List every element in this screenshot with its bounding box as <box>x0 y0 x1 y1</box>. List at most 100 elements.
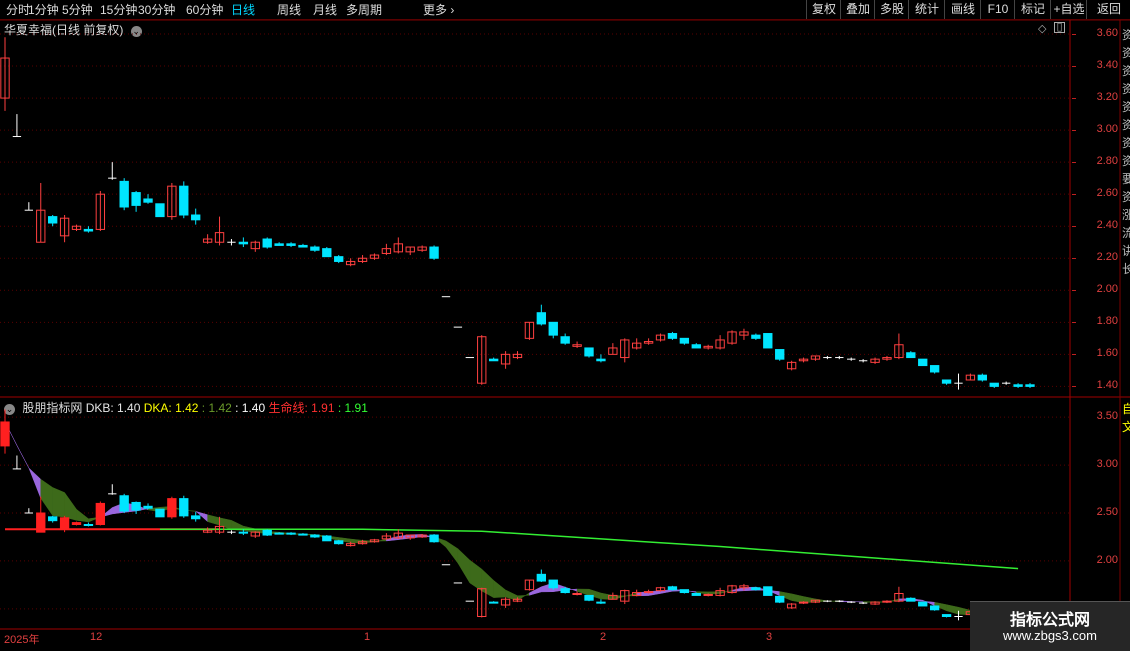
indicator-candle-body <box>250 531 260 537</box>
indicator-band-segment <box>660 589 673 594</box>
toolbar-button-2[interactable]: 多股 <box>874 0 909 19</box>
candle-body <box>59 217 70 237</box>
indicator-candle-body <box>667 586 678 591</box>
indicator-band-segment <box>362 540 375 544</box>
candle-body <box>191 214 201 221</box>
indicator-band-segment <box>290 533 304 535</box>
indicator-candle-body <box>703 593 713 596</box>
toolbar-button-8[interactable]: 返回 <box>1086 0 1130 19</box>
indicator-band-segment <box>541 582 554 593</box>
indicator-candle-body <box>608 594 618 600</box>
period-tab-10[interactable]: 更多 › <box>423 1 454 18</box>
indicator-band-segment <box>493 579 506 598</box>
period-tab-3[interactable]: 15分钟 <box>100 1 137 18</box>
watermark: 指标公式网 www.zbgs3.com <box>970 601 1130 651</box>
indicator-candle-body <box>417 534 427 538</box>
legend-item-3: : 1.40 <box>231 401 266 415</box>
indicator-band-segment <box>374 538 387 543</box>
indicator-band-segment <box>517 592 530 601</box>
period-tab-2[interactable]: 5分钟 <box>62 1 93 18</box>
indicator-band-segment <box>850 601 864 603</box>
candle-body <box>83 228 94 232</box>
indicator-candle-body <box>560 588 570 594</box>
price-tick-mark <box>1072 194 1076 196</box>
indicator-legend: DKB: 1.40 DKA: 1.42 : 1.42 : 1.40 生命线: 1… <box>86 401 368 415</box>
indicator-candle-body <box>477 588 487 617</box>
watermark-url: www.zbgs3.com <box>1003 628 1097 643</box>
panel-toggle-icon[interactable]: ▯ <box>1054 22 1065 33</box>
indicator-band-segment <box>505 589 518 601</box>
indicator-candle-body <box>214 525 225 533</box>
candle-body <box>596 358 606 362</box>
candle-body <box>1025 384 1035 387</box>
indicator-band-segment <box>64 491 77 521</box>
indicator-candle-body <box>691 593 701 596</box>
life-line <box>159 528 1019 570</box>
candle-body <box>703 345 713 349</box>
candle-body <box>989 382 999 387</box>
indicator-candle-body <box>512 598 523 602</box>
indicator-band-segment <box>576 588 590 596</box>
indicator-candle-body <box>643 591 654 594</box>
period-tab-8[interactable]: 月线 <box>313 1 337 18</box>
toolbar-button-5[interactable]: F10 <box>980 0 1015 19</box>
diamond-icon[interactable]: ◇ <box>1038 22 1046 35</box>
indicator-candle-body <box>202 529 213 533</box>
candlestick-chart[interactable] <box>0 0 1130 650</box>
toolbar-button-6[interactable]: 标记 <box>1014 0 1051 19</box>
price-tick-label: 2.00 <box>1096 283 1118 296</box>
toolbar-button-0[interactable]: 复权 <box>806 0 841 19</box>
candle-body <box>941 379 952 384</box>
indicator-band-segment <box>16 445 30 469</box>
toolbar-button-1[interactable]: 叠加 <box>840 0 875 19</box>
candle-body <box>286 243 296 246</box>
indicator-candle-body <box>715 590 725 596</box>
indicator-band-segment <box>886 598 900 603</box>
candle-body <box>369 254 380 259</box>
period-tab-7[interactable]: 周线 <box>277 1 301 18</box>
indicator-candle-body <box>918 601 928 607</box>
indicator-candle-body <box>393 532 403 539</box>
candle-body <box>95 193 106 230</box>
indicator-band-segment <box>529 586 542 596</box>
indicator-candle-body <box>739 585 749 589</box>
indicator-candle-body <box>679 589 690 594</box>
candle-body <box>238 241 249 245</box>
toolbar-button-4[interactable]: 画线 <box>944 0 981 19</box>
period-tab-9[interactable]: 多周期 <box>346 1 382 18</box>
candle-body <box>131 192 141 206</box>
chevron-down-icon[interactable]: ⌄ <box>4 404 15 415</box>
indicator-candle-body <box>632 592 642 596</box>
toolbar-button-3[interactable]: 统计 <box>908 0 945 19</box>
indicator-candle-body <box>191 515 201 520</box>
indicator-band-segment <box>326 535 339 541</box>
indicator-candle-body <box>345 543 356 547</box>
indicator-band-segment <box>123 502 137 513</box>
period-tab-0[interactable]: 分时 <box>6 1 30 18</box>
legend-item-4: 生命线: 1.91 <box>265 401 335 415</box>
period-tab-1[interactable]: 1分钟 <box>28 1 59 18</box>
time-axis-label: 1 <box>364 631 371 643</box>
indicator-band-segment <box>839 600 852 603</box>
time-axis-label: 2025年 <box>4 634 40 646</box>
indicator-candle-body <box>298 533 308 536</box>
indicator-band-segment <box>398 534 411 540</box>
indicator-band-segment <box>731 587 745 592</box>
period-tab-4[interactable]: 30分钟 <box>138 1 175 18</box>
chevron-down-icon[interactable]: ⌄ <box>130 26 142 37</box>
toolbar-button-7[interactable]: +自选 <box>1050 0 1087 19</box>
indicator-candle-body <box>381 535 392 540</box>
indicator-band-segment <box>100 507 113 518</box>
period-tab-5[interactable]: 60分钟 <box>186 1 223 18</box>
indicator-band-segment <box>266 531 280 535</box>
period-tab-6[interactable]: 日线 <box>231 1 255 18</box>
candle-body <box>548 321 558 336</box>
indicator-tick-label: 2.00 <box>1096 553 1118 566</box>
indicator-candle-body <box>798 601 809 604</box>
legend-item-2: : 1.42 <box>198 401 232 415</box>
candle-body <box>202 238 213 243</box>
indicator-candle-body <box>274 532 284 535</box>
indicator-candle-body <box>429 534 439 543</box>
candle-body <box>965 374 976 381</box>
indicator-band-segment <box>88 516 101 523</box>
